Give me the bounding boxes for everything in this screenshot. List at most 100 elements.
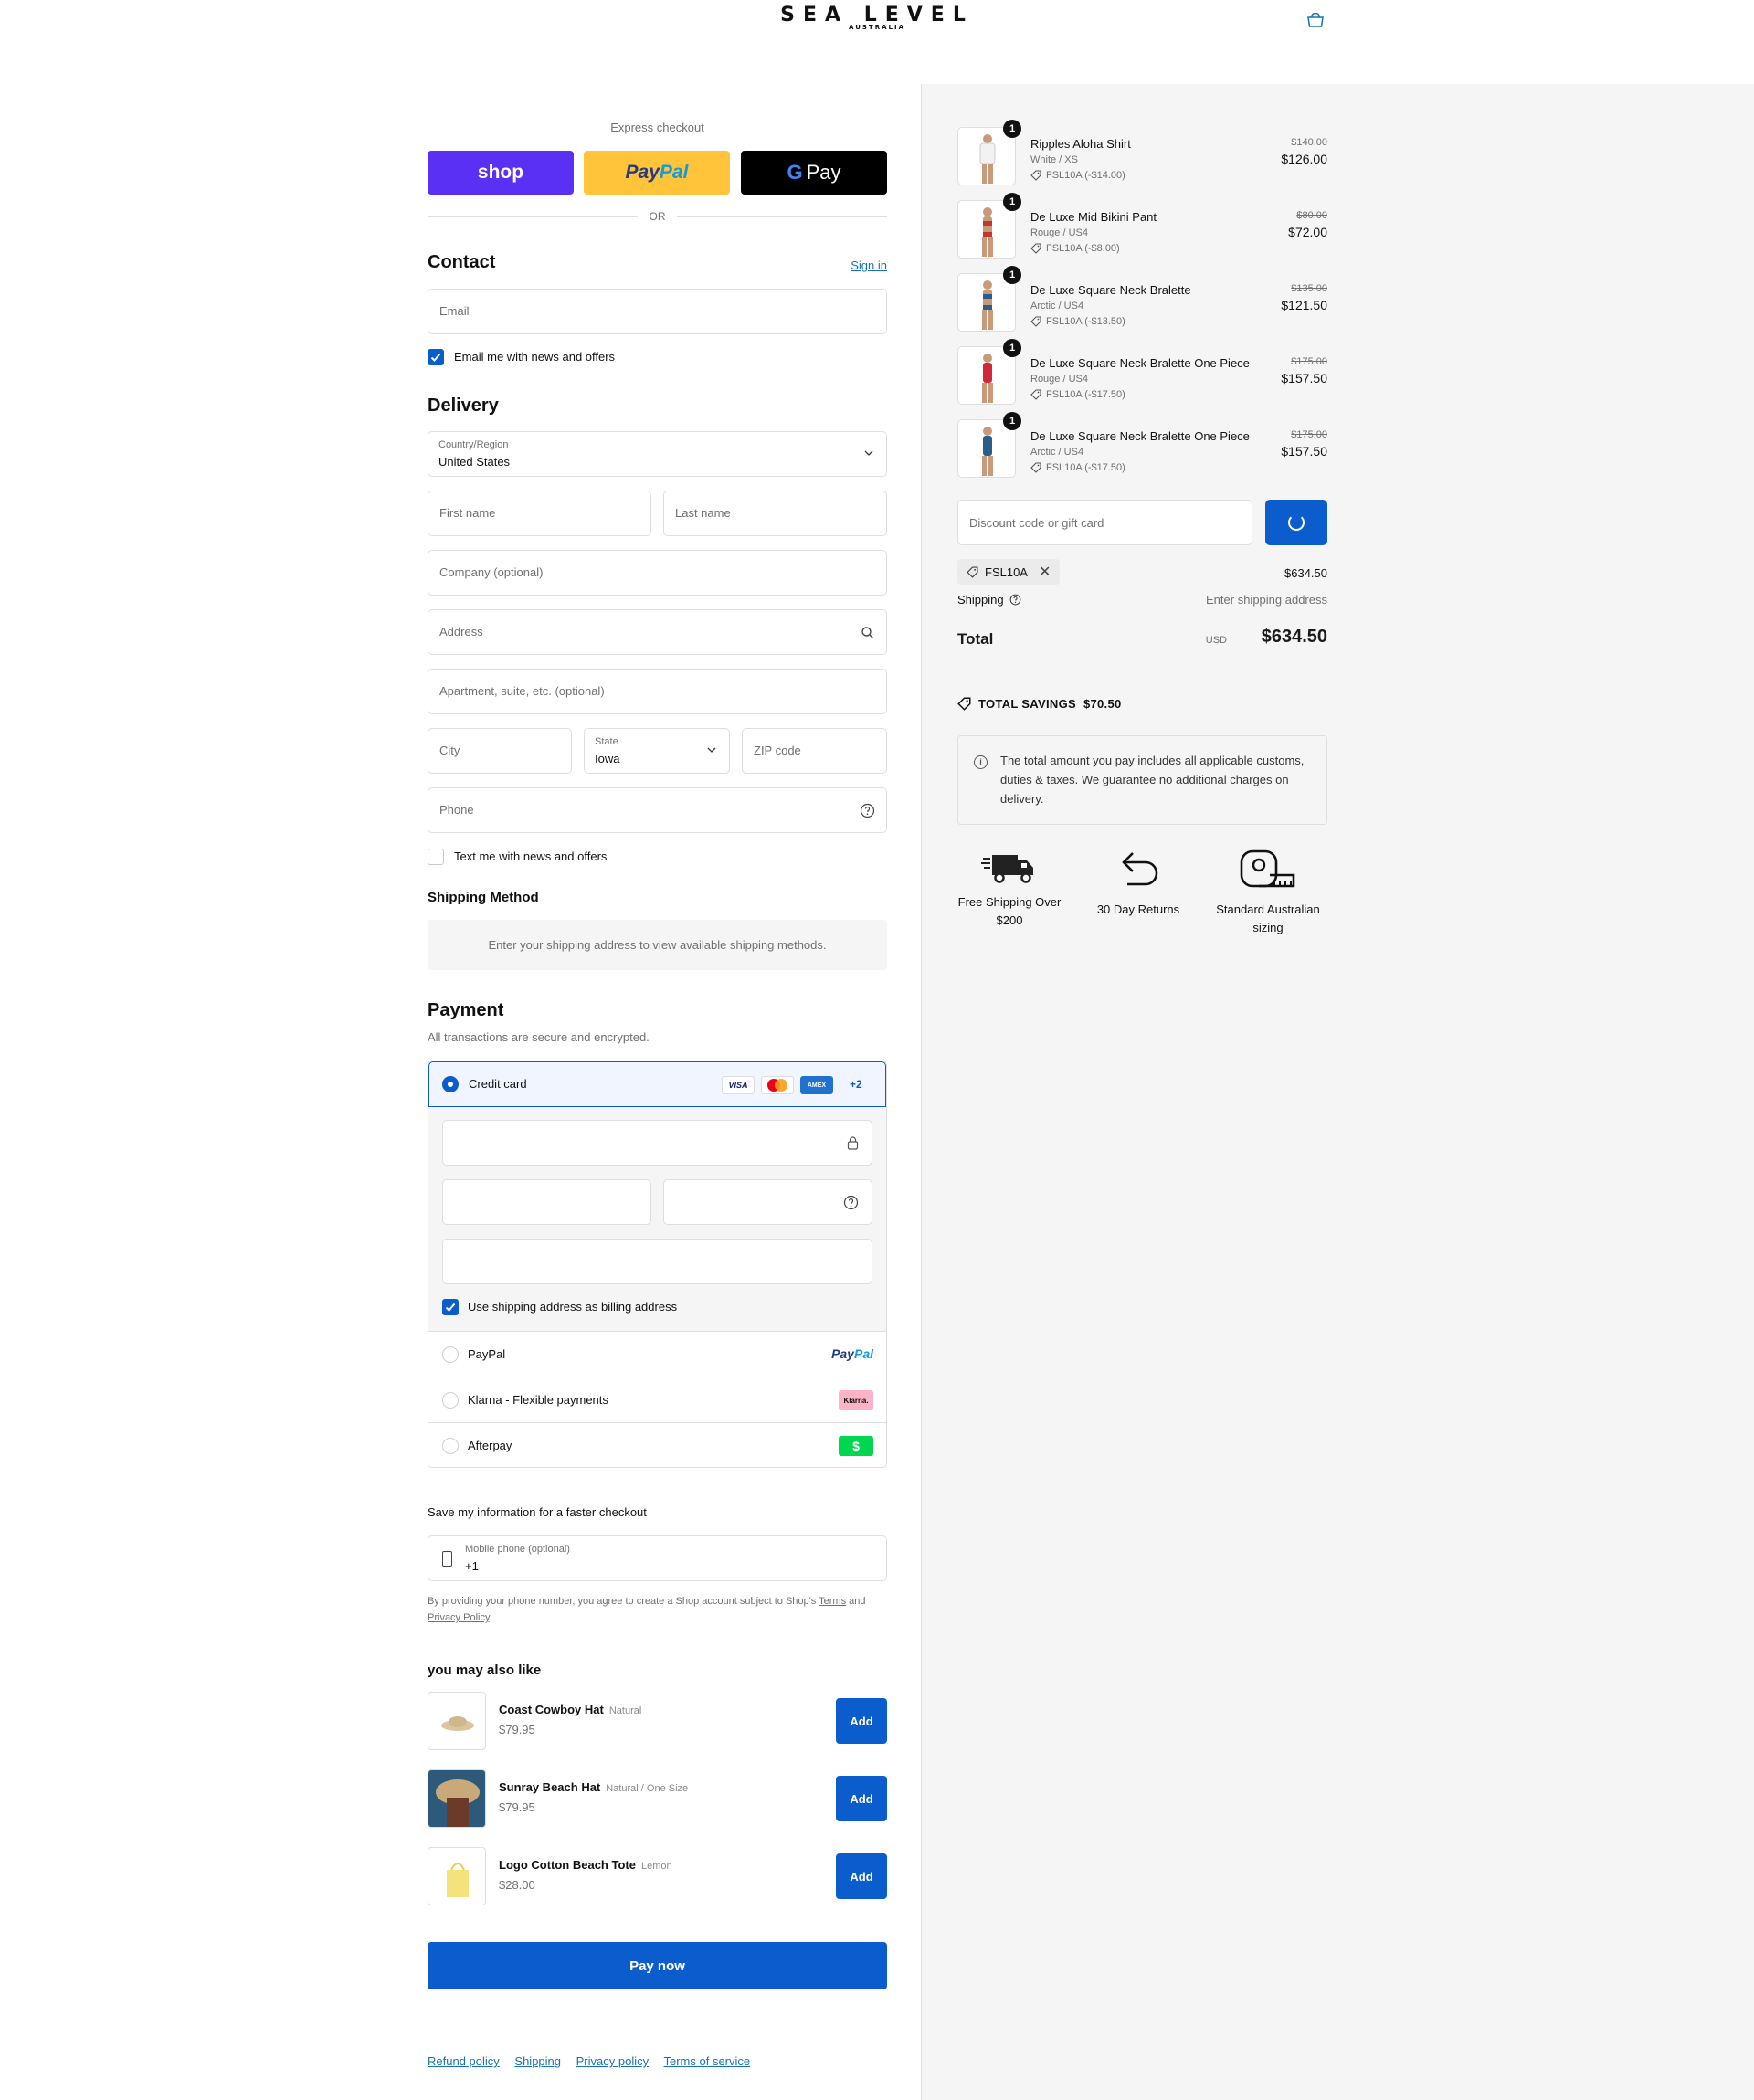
address-field[interactable]: Address: [428, 609, 887, 655]
help-circle-icon[interactable]: [860, 803, 875, 818]
apply-discount-button[interactable]: [1265, 500, 1327, 545]
brand-logo[interactable]: SEA LEVEL AUSTRALIA: [764, 5, 990, 32]
item-discount-text: FSL10A (-$17.50): [1046, 462, 1125, 473]
shop-legal-text: By providing your phone number, you agre…: [428, 1593, 887, 1626]
perk-free-shipping: Free Shipping Over $200: [946, 848, 1073, 930]
email-placeholder: Email: [439, 304, 470, 318]
apartment-field[interactable]: Apartment, suite, etc. (optional): [428, 669, 887, 714]
security-code-field[interactable]: [663, 1179, 872, 1225]
email-news-checkbox[interactable]: [428, 349, 444, 365]
country-select[interactable]: Country/Region United States: [428, 431, 887, 477]
total-savings: TOTAL SAVINGS $70.50: [957, 697, 1122, 711]
google-g-icon: G: [787, 161, 803, 184]
header: SEA LEVEL AUSTRALIA: [0, 0, 1754, 84]
save-info-heading: Save my information for a faster checkou…: [428, 1505, 647, 1519]
product-title: Logo Cotton Beach Tote: [499, 1858, 636, 1872]
shipping-policy-link[interactable]: Shipping: [514, 2054, 561, 2068]
item-discount-text: FSL10A (-$13.50): [1046, 316, 1125, 327]
afterpay-label: Afterpay: [468, 1439, 512, 1452]
afterpay-option[interactable]: Afterpay $: [428, 1422, 886, 1467]
item-variant: Arctic / US4: [1030, 301, 1084, 311]
duties-notice-text: The total amount you pay includes all ap…: [1000, 754, 1305, 806]
billing-address-checkbox[interactable]: [442, 1299, 459, 1315]
shop-pay-button[interactable]: shop: [428, 151, 574, 195]
product-thumbnail: [428, 1692, 486, 1750]
product-name: Sunray Beach Hat Natural / One Size: [499, 1780, 688, 1794]
add-button[interactable]: Add: [836, 1853, 887, 1899]
credit-card-radio[interactable]: [442, 1076, 459, 1092]
text-news-label: Text me with news and offers: [454, 849, 608, 863]
paypal-logo-pay: Pay: [831, 1346, 854, 1361]
first-name-field[interactable]: First name: [428, 491, 651, 536]
quantity-badge: 1: [1003, 120, 1021, 138]
shipping-method-note: Enter your shipping address to view avai…: [428, 920, 887, 970]
chevron-down-icon: [707, 747, 716, 753]
shipping-value: Enter shipping address: [1206, 593, 1327, 607]
perk-returns: 30 Day Returns: [1074, 848, 1202, 919]
google-pay-button[interactable]: G Pay: [741, 151, 887, 195]
product-title: Coast Cowboy Hat: [499, 1703, 604, 1716]
perk-label: 30 Day Returns: [1096, 902, 1180, 916]
apartment-placeholder: Apartment, suite, etc. (optional): [439, 684, 605, 698]
city-field[interactable]: City: [428, 728, 572, 774]
contact-heading: Contact: [428, 252, 496, 272]
afterpay-radio[interactable]: [442, 1438, 459, 1454]
help-circle-icon[interactable]: [1009, 594, 1021, 606]
item-variant: Rouge / US4: [1030, 227, 1088, 238]
klarna-option[interactable]: Klarna - Flexible payments Klarna.: [428, 1377, 886, 1422]
billing-address-label: Use shipping address as billing address: [468, 1300, 678, 1314]
klarna-radio[interactable]: [442, 1392, 459, 1409]
quantity-badge: 1: [1003, 412, 1021, 430]
last-name-field[interactable]: Last name: [663, 491, 887, 536]
credit-card-label: Credit card: [469, 1077, 527, 1091]
email-field[interactable]: Email: [428, 289, 887, 334]
zip-field[interactable]: ZIP code: [742, 728, 887, 774]
paypal-button[interactable]: Pay Pal: [584, 151, 730, 195]
product-thumbnail: [428, 1769, 486, 1828]
item-discount: FSL10A (-$17.50): [1030, 462, 1125, 473]
item-variant: White / XS: [1030, 154, 1078, 165]
card-number-field[interactable]: [442, 1120, 872, 1166]
state-select[interactable]: State Iowa: [584, 728, 730, 774]
credit-card-option[interactable]: Credit card VISA AMEX +2: [428, 1061, 886, 1107]
item-discount: FSL10A (-$17.50): [1030, 389, 1125, 400]
first-name-placeholder: First name: [439, 506, 496, 520]
pay-now-button[interactable]: Pay now: [428, 1942, 887, 1989]
shopping-bag-icon[interactable]: [1306, 13, 1325, 27]
total-row: Total USD $634.50: [957, 627, 1327, 650]
mobile-phone-field[interactable]: Mobile phone (optional) +1: [428, 1535, 887, 1581]
item-name: De Luxe Square Neck Bralette One Piece: [1030, 356, 1250, 370]
phone-field[interactable]: Phone: [428, 787, 887, 833]
email-news-label: Email me with news and offers: [454, 350, 616, 364]
company-field[interactable]: Company (optional): [428, 550, 887, 596]
paypal-radio[interactable]: [442, 1346, 459, 1363]
total-amount: $634.50: [1261, 627, 1327, 647]
privacy-policy-link[interactable]: Privacy policy: [576, 2054, 649, 2068]
add-button[interactable]: Add: [836, 1698, 887, 1744]
legal-and: and: [849, 1596, 866, 1607]
state-label: State: [595, 736, 618, 747]
product-title: Sunray Beach Hat: [499, 1780, 601, 1794]
text-news-checkbox[interactable]: [428, 849, 444, 865]
product-name: Logo Cotton Beach Tote Lemon: [499, 1858, 672, 1872]
terms-of-service-link[interactable]: Terms of service: [664, 2054, 751, 2068]
recommendation-item: Logo Cotton Beach Tote Lemon $28.00 Add: [428, 1847, 887, 1905]
return-arrow-icon: [1122, 852, 1158, 886]
remove-discount-icon[interactable]: ✕: [1039, 563, 1051, 581]
add-button[interactable]: Add: [836, 1776, 887, 1821]
terms-link[interactable]: Terms: [819, 1596, 846, 1607]
discount-code-field[interactable]: Discount code or gift card: [957, 500, 1252, 545]
expiration-date-field[interactable]: [442, 1179, 651, 1225]
lock-icon: [847, 1136, 859, 1150]
sign-in-link[interactable]: Sign in: [851, 259, 887, 272]
help-circle-icon[interactable]: [843, 1195, 859, 1210]
refund-policy-link[interactable]: Refund policy: [428, 2054, 500, 2068]
quantity-badge: 1: [1003, 266, 1021, 284]
item-original-price: $140.00: [1291, 137, 1327, 148]
item-price: $126.00: [1281, 152, 1327, 166]
name-on-card-field[interactable]: [442, 1239, 872, 1284]
city-placeholder: City: [439, 744, 460, 757]
paypal-option[interactable]: PayPal PayPal: [428, 1331, 886, 1377]
product-variant: Natural: [608, 1705, 642, 1716]
privacy-policy-link[interactable]: Privacy Policy: [428, 1612, 490, 1623]
